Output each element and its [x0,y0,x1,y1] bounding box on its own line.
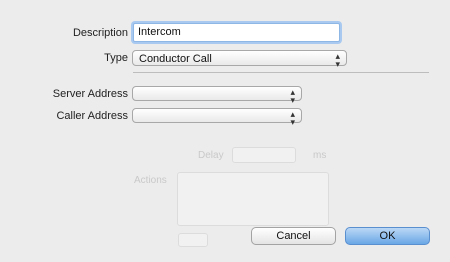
server-address-popup[interactable]: ▴ ▾ [132,86,302,105]
ok-button[interactable]: OK [345,227,430,245]
ghost-delay-field [232,147,296,163]
ghost-delay-label: Delay [198,150,224,161]
caller-address-popup[interactable]: ▴ ▾ [132,108,302,127]
description-label: Description [72,27,128,39]
up-down-arrows-icon: ▴ ▾ [335,51,340,69]
server-address-label: Server Address [52,88,128,100]
section-divider [133,72,429,73]
type-label: Type [104,52,128,64]
type-popup-value: Conductor Call [139,53,212,65]
ghost-delay-unit: ms [313,150,327,161]
dialog-sheet: Delay ms Actions Description Intercom Ty… [0,0,450,262]
up-down-arrows-icon: ▴ ▾ [290,109,295,127]
description-field[interactable]: Intercom [133,23,340,42]
cancel-button[interactable]: Cancel [251,227,336,245]
caller-address-label: Caller Address [56,110,128,122]
type-popup[interactable]: Conductor Call ▴ ▾ [132,50,347,69]
ghost-actions-label: Actions [134,175,167,186]
ghost-add-remove [178,233,208,247]
ghost-actions-list [177,172,329,226]
up-down-arrows-icon: ▴ ▾ [290,87,295,105]
